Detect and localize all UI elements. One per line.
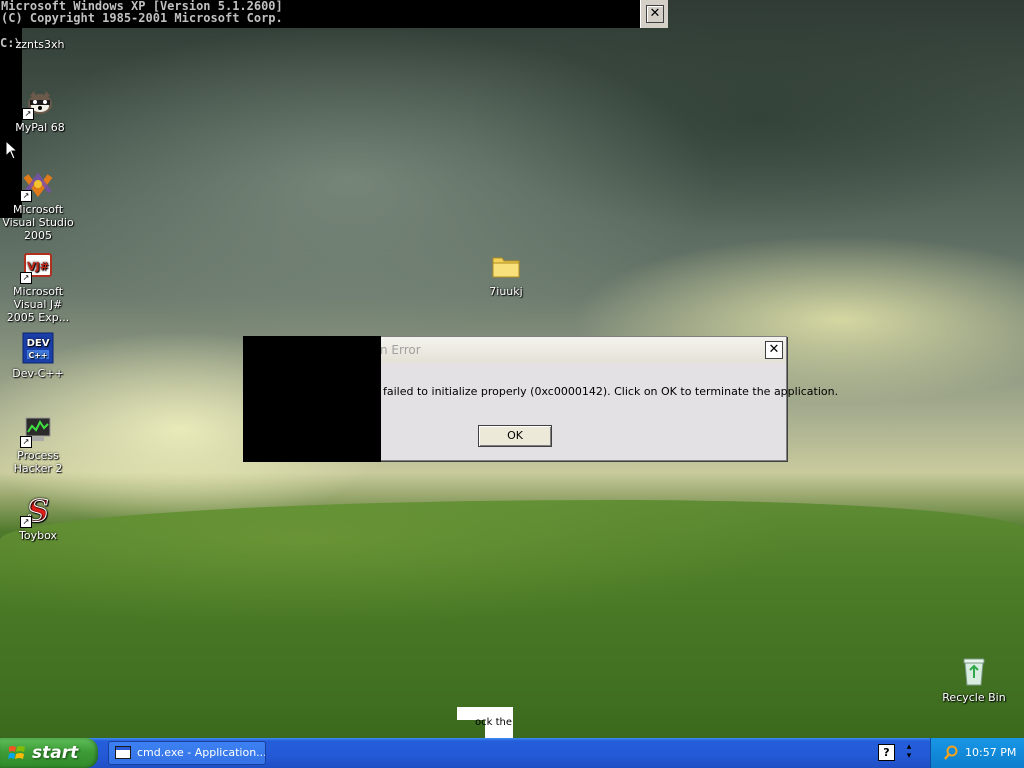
- taskbar: start cmd.exe - Application... ? ▴ ▾ 10:5…: [0, 738, 1024, 768]
- shortcut-arrow-icon: ↗: [20, 516, 32, 528]
- ok-button[interactable]: OK: [478, 425, 552, 447]
- shortcut-arrow-icon: ↗: [20, 436, 32, 448]
- shortcut-arrow-icon: ↗: [22, 108, 34, 120]
- wallpaper-hills: [0, 500, 1024, 738]
- dialog-title: n Error: [380, 343, 421, 357]
- console-titlebar-edge: ✕: [640, 0, 668, 28]
- dialog-close-button[interactable]: ✕: [765, 341, 783, 359]
- system-tray: 10:57 PM: [930, 738, 1024, 768]
- desktop-icon-label: MyPal 68: [15, 121, 65, 134]
- taskbar-item-cmd[interactable]: cmd.exe - Application...: [108, 741, 266, 765]
- desktop-icon-recycle-bin[interactable]: Recycle Bin: [936, 656, 1012, 704]
- start-button[interactable]: start: [0, 738, 98, 768]
- desktop-icon-label: Recycle Bin: [942, 691, 1006, 704]
- desktop-icon-dev-cpp[interactable]: DEV C++ Dev-C++: [0, 332, 76, 380]
- error-dialog: n Error ✕ failed to initialize properly …: [243, 336, 838, 462]
- shortcut-arrow-icon: ↗: [20, 190, 32, 202]
- shortcut-arrow-icon: ↗: [20, 272, 32, 284]
- desktop-icon-label: Process Hacker 2: [13, 449, 63, 475]
- toybox-icon: S ↗: [20, 494, 54, 530]
- clock[interactable]: 10:57 PM: [965, 738, 1016, 768]
- visual-studio-icon: ↗: [20, 168, 54, 202]
- help-icon[interactable]: ?: [878, 744, 895, 761]
- console-close-button[interactable]: ✕: [646, 5, 664, 23]
- dev-cpp-icon: DEV C++: [22, 332, 54, 364]
- windows-logo-icon: [8, 746, 25, 759]
- desktop-icon-mypal[interactable]: ↗ MyPal 68: [2, 86, 78, 134]
- fragment-text: ock the: [475, 717, 512, 728]
- recycle-bin-icon: [958, 656, 990, 688]
- start-label: start: [32, 743, 79, 763]
- desktop-icon-toybox[interactable]: S ↗ Toybox: [0, 494, 76, 543]
- console-window-icon: [115, 746, 131, 759]
- desktop-icon-label: Microsoft Visual Studio 2005: [2, 203, 74, 242]
- mouse-cursor-icon: [5, 140, 17, 160]
- partial-window-fragment: ock the: [457, 707, 513, 738]
- taskbar-item-label: cmd.exe - Application...: [137, 746, 266, 759]
- desktop-icon-label: Microsoft Visual J# 2005 Exp...: [6, 285, 70, 324]
- folder-icon: [490, 250, 522, 282]
- dialog-message: failed to initialize properly (0xc000014…: [383, 385, 839, 398]
- redaction-block: [243, 336, 381, 462]
- process-hacker-icon: ↗: [20, 414, 54, 448]
- console-line-copyright: (C) Copyright 1985-2001 Microsoft Corp.: [1, 11, 283, 25]
- desktop-icon-label: Dev-C++: [12, 367, 64, 380]
- visual-jsharp-icon: VJ# ↗: [20, 250, 54, 284]
- svg-text:C++: C++: [28, 351, 47, 360]
- desktop-icon-process-hacker[interactable]: ↗ Process Hacker 2: [0, 414, 76, 475]
- svg-text:DEV: DEV: [27, 338, 50, 349]
- desktop-icon-zznts3xh[interactable]: zznts3xh: [2, 38, 78, 51]
- raccoon-icon: ↗: [22, 86, 56, 120]
- console-window[interactable]: Microsoft Windows XP [Version 5.1.2600] …: [0, 0, 640, 28]
- desktop-icon-label: zznts3xh: [15, 38, 65, 51]
- desktop-icon-label: Toybox: [19, 529, 57, 542]
- search-icon[interactable]: [943, 745, 959, 761]
- desktop-icon-7iuukj[interactable]: 7iuukj: [468, 250, 544, 298]
- network-arrows-icon[interactable]: ▴ ▾: [902, 743, 916, 763]
- desktop-icon-visual-jsharp-2005[interactable]: VJ# ↗ Microsoft Visual J# 2005 Exp...: [0, 250, 76, 324]
- desktop-icon-visual-studio-2005[interactable]: ↗ Microsoft Visual Studio 2005: [0, 168, 76, 242]
- desktop-icon-label: 7iuukj: [489, 285, 523, 298]
